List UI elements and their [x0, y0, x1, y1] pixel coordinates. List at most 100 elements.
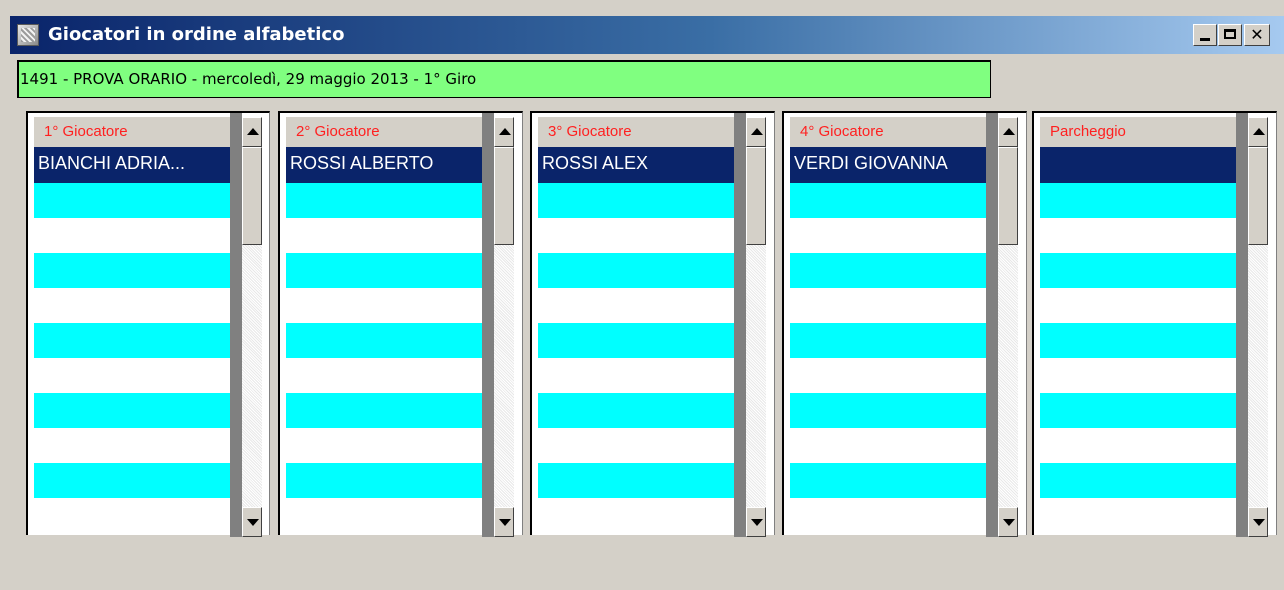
list-item[interactable]: [286, 463, 482, 498]
list-item[interactable]: [790, 288, 986, 323]
window-title: Giocatori in ordine alfabetico: [48, 24, 345, 45]
arrow-down-icon: [499, 519, 511, 526]
scroll-down-button[interactable]: [746, 507, 766, 537]
list-item[interactable]: [790, 428, 986, 463]
scroll-up-button[interactable]: [746, 117, 766, 147]
list-item[interactable]: [286, 498, 482, 533]
vertical-scrollbar[interactable]: [494, 117, 514, 537]
list-item[interactable]: [34, 253, 230, 288]
scroll-down-button[interactable]: [998, 507, 1018, 537]
arrow-up-icon: [751, 128, 763, 135]
vertical-scrollbar[interactable]: [1248, 117, 1268, 537]
list-item[interactable]: [790, 253, 986, 288]
arrow-down-icon: [1003, 519, 1015, 526]
list-item[interactable]: [34, 428, 230, 463]
title-bar[interactable]: Giocatori in ordine alfabetico ✕: [10, 16, 1284, 54]
list-item[interactable]: [34, 323, 230, 358]
list-item-selected[interactable]: BIANCHI ADRIA...: [34, 147, 230, 183]
list-item[interactable]: [538, 183, 734, 218]
column-1[interactable]: 1° Giocatore BIANCHI ADRIA...: [26, 111, 270, 537]
minimize-icon: [1200, 38, 1210, 41]
list-item[interactable]: [286, 358, 482, 393]
list-item[interactable]: [1040, 288, 1236, 323]
column-header[interactable]: Parcheggio: [1040, 117, 1236, 147]
list-item[interactable]: [790, 218, 986, 253]
list-item[interactable]: [538, 288, 734, 323]
vertical-scrollbar[interactable]: [746, 117, 766, 537]
scroll-thumb[interactable]: [998, 147, 1018, 245]
list-item[interactable]: [1040, 463, 1236, 498]
list-item-selected[interactable]: [1040, 147, 1236, 183]
column-parking[interactable]: Parcheggio: [1032, 111, 1277, 537]
list-item-selected[interactable]: VERDI GIOVANNA: [790, 147, 986, 183]
list-item[interactable]: [790, 498, 986, 533]
scroll-up-button[interactable]: [242, 117, 262, 147]
list-item[interactable]: [286, 393, 482, 428]
list-item[interactable]: [538, 253, 734, 288]
app-icon[interactable]: [17, 24, 39, 46]
list-item[interactable]: [34, 498, 230, 533]
list-item[interactable]: [34, 393, 230, 428]
maximize-button[interactable]: [1218, 24, 1242, 46]
list-item[interactable]: [538, 323, 734, 358]
list-item[interactable]: [1040, 218, 1236, 253]
scroll-down-button[interactable]: [242, 507, 262, 537]
list-item[interactable]: [34, 288, 230, 323]
list-item[interactable]: [286, 288, 482, 323]
list-item[interactable]: [286, 253, 482, 288]
scroll-up-button[interactable]: [1248, 117, 1268, 147]
list-item[interactable]: [1040, 253, 1236, 288]
list-item[interactable]: [34, 218, 230, 253]
list-item[interactable]: [286, 323, 482, 358]
column-divider: [230, 113, 242, 537]
vertical-scrollbar[interactable]: [242, 117, 262, 537]
scroll-up-button[interactable]: [998, 117, 1018, 147]
scroll-down-button[interactable]: [494, 507, 514, 537]
list-item[interactable]: [538, 358, 734, 393]
column-header[interactable]: 1° Giocatore: [34, 117, 230, 147]
list-item[interactable]: [286, 218, 482, 253]
close-icon: ✕: [1250, 25, 1264, 44]
list-item[interactable]: [1040, 428, 1236, 463]
list-item[interactable]: [790, 323, 986, 358]
list-item[interactable]: [1040, 358, 1236, 393]
list-item[interactable]: [538, 428, 734, 463]
column-header[interactable]: 4° Giocatore: [790, 117, 986, 147]
close-button[interactable]: ✕: [1244, 24, 1270, 46]
column-divider: [1236, 113, 1248, 537]
list-item[interactable]: [1040, 393, 1236, 428]
scroll-thumb[interactable]: [1248, 147, 1268, 245]
scroll-thumb[interactable]: [494, 147, 514, 245]
list-item-selected[interactable]: ROSSI ALBERTO: [286, 147, 482, 183]
column-header[interactable]: 2° Giocatore: [286, 117, 482, 147]
column-2[interactable]: 2° Giocatore ROSSI ALBERTO: [278, 111, 523, 537]
list-item[interactable]: [538, 498, 734, 533]
list-item[interactable]: [790, 358, 986, 393]
column-header[interactable]: 3° Giocatore: [538, 117, 734, 147]
list-item[interactable]: [1040, 183, 1236, 218]
scroll-thumb[interactable]: [746, 147, 766, 245]
list-item-selected[interactable]: ROSSI ALEX: [538, 147, 734, 183]
list-item[interactable]: [538, 393, 734, 428]
list-item[interactable]: [34, 183, 230, 218]
list-item[interactable]: [286, 428, 482, 463]
list-item[interactable]: [538, 218, 734, 253]
scroll-down-button[interactable]: [1248, 507, 1268, 537]
arrow-up-icon: [1003, 128, 1015, 135]
list-item[interactable]: [790, 463, 986, 498]
list-item[interactable]: [790, 393, 986, 428]
vertical-scrollbar[interactable]: [998, 117, 1018, 537]
column-divider: [986, 113, 998, 537]
list-item[interactable]: [34, 358, 230, 393]
list-item[interactable]: [538, 463, 734, 498]
column-4[interactable]: 4° Giocatore VERDI GIOVANNA: [782, 111, 1027, 537]
column-3[interactable]: 3° Giocatore ROSSI ALEX: [530, 111, 775, 537]
list-item[interactable]: [1040, 498, 1236, 533]
minimize-button[interactable]: [1193, 24, 1217, 46]
list-item[interactable]: [790, 183, 986, 218]
list-item[interactable]: [286, 183, 482, 218]
scroll-up-button[interactable]: [494, 117, 514, 147]
list-item[interactable]: [1040, 323, 1236, 358]
scroll-thumb[interactable]: [242, 147, 262, 245]
list-item[interactable]: [34, 463, 230, 498]
